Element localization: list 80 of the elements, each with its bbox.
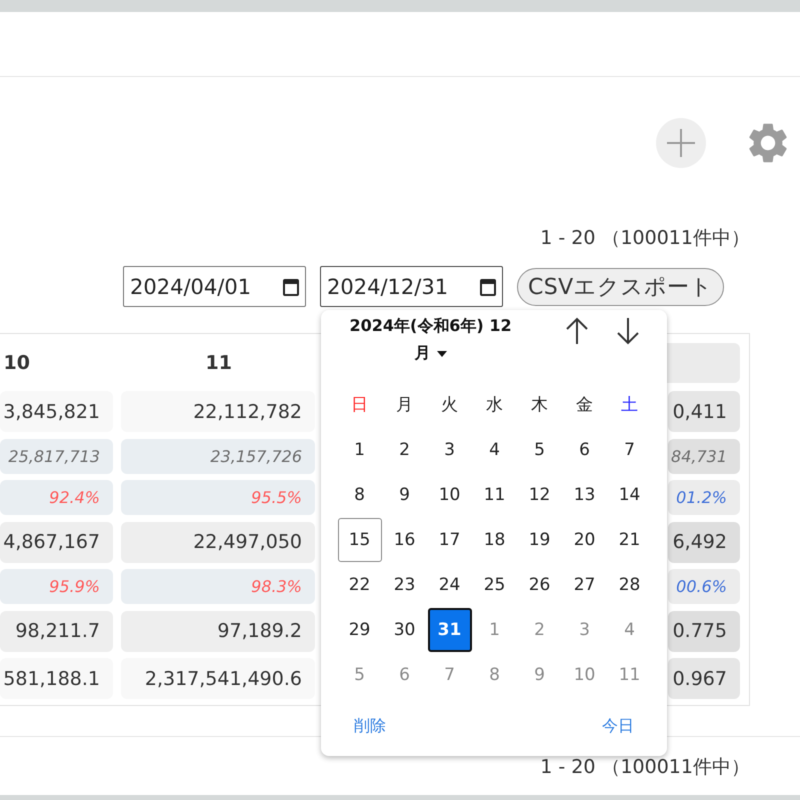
table-cell: 23,157,726 xyxy=(121,438,315,474)
weekday-label: 木 xyxy=(531,394,548,416)
weekday-label: 水 xyxy=(486,394,504,416)
calendar-day[interactable]: 15 xyxy=(338,518,382,562)
calendar-icon xyxy=(480,278,496,296)
table-cell: 4,867,167 xyxy=(0,522,113,562)
calendar-day[interactable]: 13 xyxy=(562,472,607,516)
calendar-day[interactable]: 24 xyxy=(428,562,472,606)
calendar-day[interactable]: 6 xyxy=(562,428,607,472)
up-arrow-icon xyxy=(565,317,590,345)
table-cell: 98,211.7 xyxy=(0,610,113,652)
calendar-day[interactable]: 2 xyxy=(382,428,427,472)
calendar-day[interactable]: 1 xyxy=(338,428,382,472)
calendar-day[interactable]: 29 xyxy=(338,608,382,652)
table-cell: 97,189.2 xyxy=(121,610,315,652)
previous-month-button[interactable] xyxy=(564,316,590,346)
column-header: 11 xyxy=(204,351,233,376)
table-cell: 00.6% xyxy=(668,569,740,604)
calendar-day[interactable]: 5 xyxy=(518,428,562,472)
caret-icon xyxy=(436,350,447,357)
table-cell: 2,317,541,490.6 xyxy=(121,658,315,699)
table-cell: 581,188.1 xyxy=(0,658,113,699)
calendar-icon xyxy=(283,278,300,296)
calendar-day[interactable]: 20 xyxy=(562,518,607,562)
calendar-day[interactable]: 18 xyxy=(472,518,517,562)
calendar-day[interactable]: 7 xyxy=(608,428,652,472)
table-cell: 98.3% xyxy=(121,569,315,604)
table-cell: 92.4% xyxy=(0,480,113,515)
clear-button[interactable]: 削除 xyxy=(354,711,386,741)
calendar-day[interactable]: 21 xyxy=(608,518,652,562)
table-cell: 01.2% xyxy=(668,480,740,515)
column-header: 10 xyxy=(2,351,31,376)
pagination-count: 1 - 20 （100011件中） xyxy=(540,229,750,247)
calendar-day[interactable]: 17 xyxy=(428,518,472,562)
calendar-day[interactable]: 16 xyxy=(382,518,427,562)
calendar-day[interactable]: 8 xyxy=(338,472,382,516)
table-cell: 0,411 xyxy=(668,391,740,432)
weekday-label: 月 xyxy=(396,394,414,416)
table-cell: 22,112,782 xyxy=(121,391,315,432)
down-arrow-icon xyxy=(616,317,640,345)
table-cell: 95.9% xyxy=(0,569,113,604)
table-cell: 22,497,050 xyxy=(121,522,315,562)
add-button[interactable] xyxy=(656,118,706,168)
calendar-day[interactable]: 25 xyxy=(472,562,517,606)
table-cell: 0.775 xyxy=(668,610,740,652)
csv-export-button[interactable]: CSVエクスポート xyxy=(517,268,724,306)
table-cell: 95.5% xyxy=(121,480,315,515)
table-cell: 6,492 xyxy=(668,522,740,562)
calendar-day[interactable]: 31 xyxy=(428,608,472,652)
calendar-day[interactable]: 4 xyxy=(472,428,517,472)
calendar-day[interactable]: 27 xyxy=(562,562,607,606)
today-button[interactable]: 今日 xyxy=(602,711,634,741)
table-cell: 25,817,713 xyxy=(0,438,113,474)
weekday-label: 金 xyxy=(576,394,594,416)
calendar-day[interactable]: 10 xyxy=(428,472,472,516)
pagination-count: 1 - 20 （100011件中） xyxy=(540,758,750,776)
table-cell: 3,845,821 xyxy=(0,391,113,432)
weekday-label: 土 xyxy=(621,394,638,416)
calendar-day[interactable]: 28 xyxy=(608,562,652,606)
weekday-label: 火 xyxy=(441,394,458,416)
settings-button[interactable] xyxy=(748,123,788,163)
calendar-day[interactable]: 19 xyxy=(518,518,562,562)
calendar-day[interactable]: 14 xyxy=(608,472,652,516)
calendar-day[interactable]: 11 xyxy=(472,472,517,516)
calendar-day[interactable]: 30 xyxy=(382,608,427,652)
plus-icon xyxy=(667,129,695,157)
calendar-day[interactable]: 26 xyxy=(518,562,562,606)
calendar-day[interactable]: 3 xyxy=(428,428,472,472)
calendar-day[interactable]: 23 xyxy=(382,562,427,606)
calendar-day[interactable]: 12 xyxy=(518,472,562,516)
next-month-button[interactable] xyxy=(615,316,642,346)
month-year-selector[interactable]: 2024年(令和6年) 12月 xyxy=(345,312,516,366)
date-field[interactable]: 2024/12/31 xyxy=(320,266,504,307)
calendar-day[interactable]: 22 xyxy=(338,562,382,606)
weekday-label: 日 xyxy=(351,394,368,416)
date-field[interactable]: 2024/04/01 xyxy=(123,266,306,307)
calendar-day[interactable]: 9 xyxy=(382,472,427,516)
settings-icon xyxy=(748,123,788,163)
table-cell: 84,731 xyxy=(668,438,740,474)
table-cell: 0.967 xyxy=(668,658,740,699)
